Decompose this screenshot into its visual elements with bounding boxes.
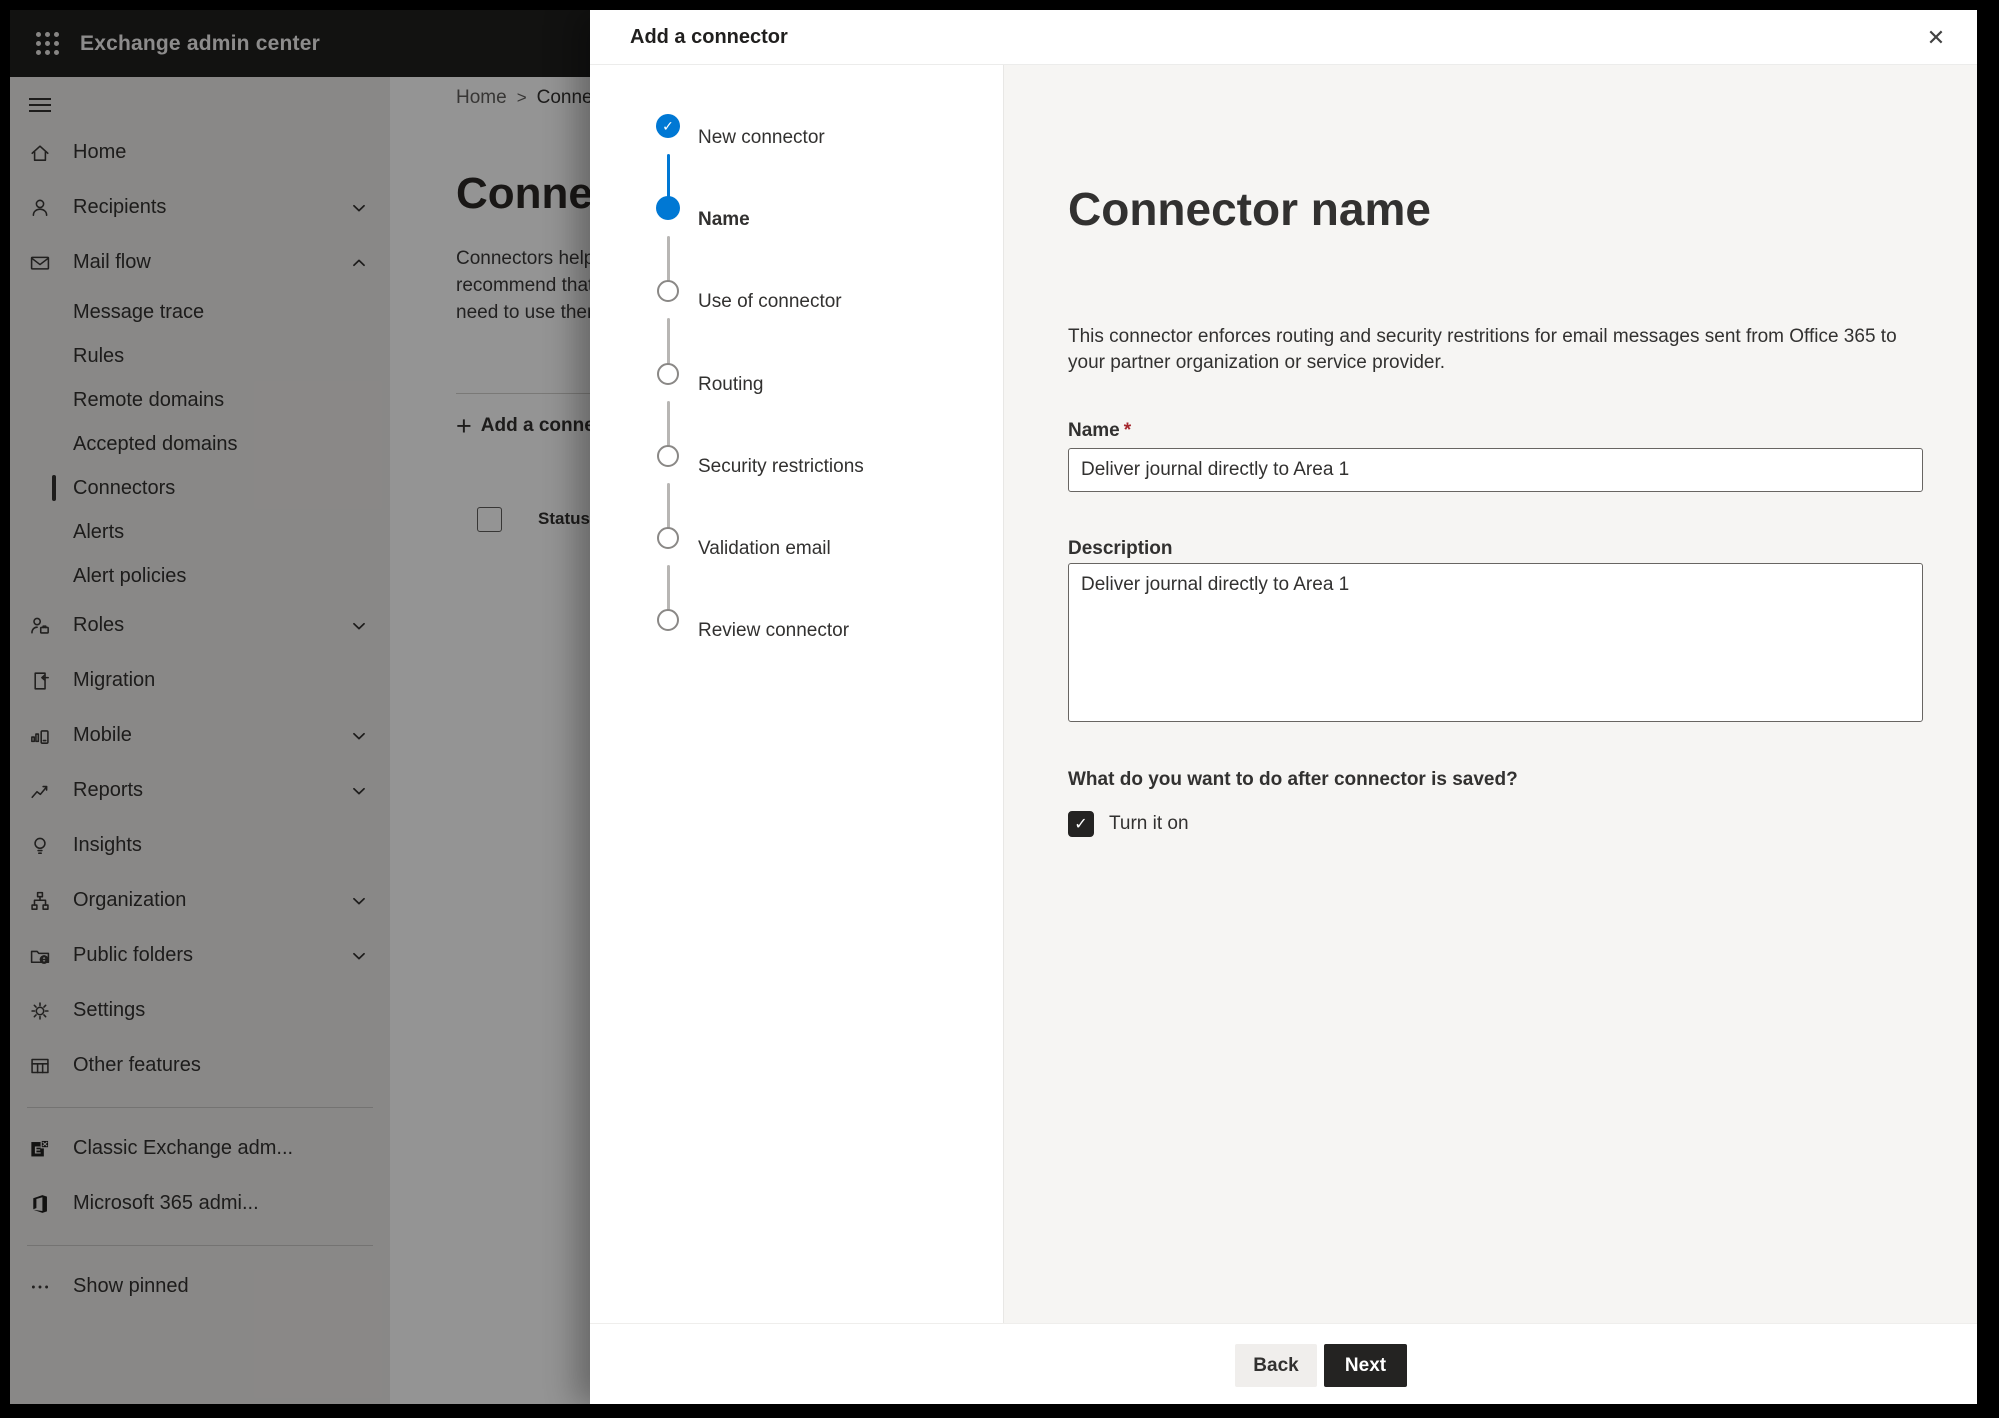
- wizard-page-heading: Connector name: [1068, 183, 1431, 235]
- step-label: Routing: [698, 373, 764, 395]
- turn-it-on-row[interactable]: ✓ Turn it on: [1068, 811, 1189, 837]
- close-icon[interactable]: ✕: [1920, 22, 1952, 54]
- wizard-description: This connector enforces routing and secu…: [1068, 326, 1897, 373]
- description-textarea[interactable]: Deliver journal directly to Area 1: [1068, 563, 1923, 722]
- step-label: Use of connector: [698, 291, 842, 313]
- step-label: Name: [698, 209, 750, 231]
- step-connector-line: [666, 565, 670, 616]
- stepper-divider: [1003, 65, 1004, 1323]
- step-circle-icon: [656, 196, 680, 221]
- turn-it-on-label: Turn it on: [1109, 813, 1189, 834]
- add-connector-modal: Add a connector ✕ ✓ New connector Name Use …: [590, 10, 1977, 1404]
- step-label: New connector: [698, 127, 825, 148]
- step-connector-line: [666, 482, 670, 533]
- step-circle-icon: [657, 362, 679, 385]
- step-label: Security restrictions: [698, 455, 864, 477]
- modal-header: Add a connector ✕: [590, 10, 1977, 65]
- after-save-question: What do you want to do after connector i…: [1068, 769, 1518, 790]
- description-field-label: Description: [1068, 538, 1173, 559]
- step-connector-line: [666, 318, 670, 369]
- step-circle-icon: [657, 444, 679, 467]
- step-label: Validation email: [698, 538, 831, 559]
- screen: Exchange admin center Home Recipients Mail…: [10, 10, 1977, 1404]
- required-asterisk: *: [1123, 420, 1132, 441]
- name-input[interactable]: [1068, 448, 1923, 492]
- footer-divider: [590, 1323, 1977, 1324]
- next-button[interactable]: Next: [1324, 1344, 1407, 1387]
- step-connector-line: [666, 400, 670, 451]
- back-button[interactable]: Back: [1235, 1344, 1317, 1387]
- modal-title: Add a connector: [630, 26, 788, 48]
- step-label: Review connector: [698, 620, 850, 642]
- step-circle-icon: [657, 527, 679, 549]
- step-check-icon: ✓: [656, 114, 680, 138]
- step-circle-icon: [657, 280, 679, 303]
- turn-it-on-checkbox[interactable]: ✓: [1068, 811, 1094, 837]
- step-connector-line: [666, 236, 670, 287]
- step-circle-icon: [657, 609, 679, 632]
- name-field-label: Name *: [1068, 420, 1132, 441]
